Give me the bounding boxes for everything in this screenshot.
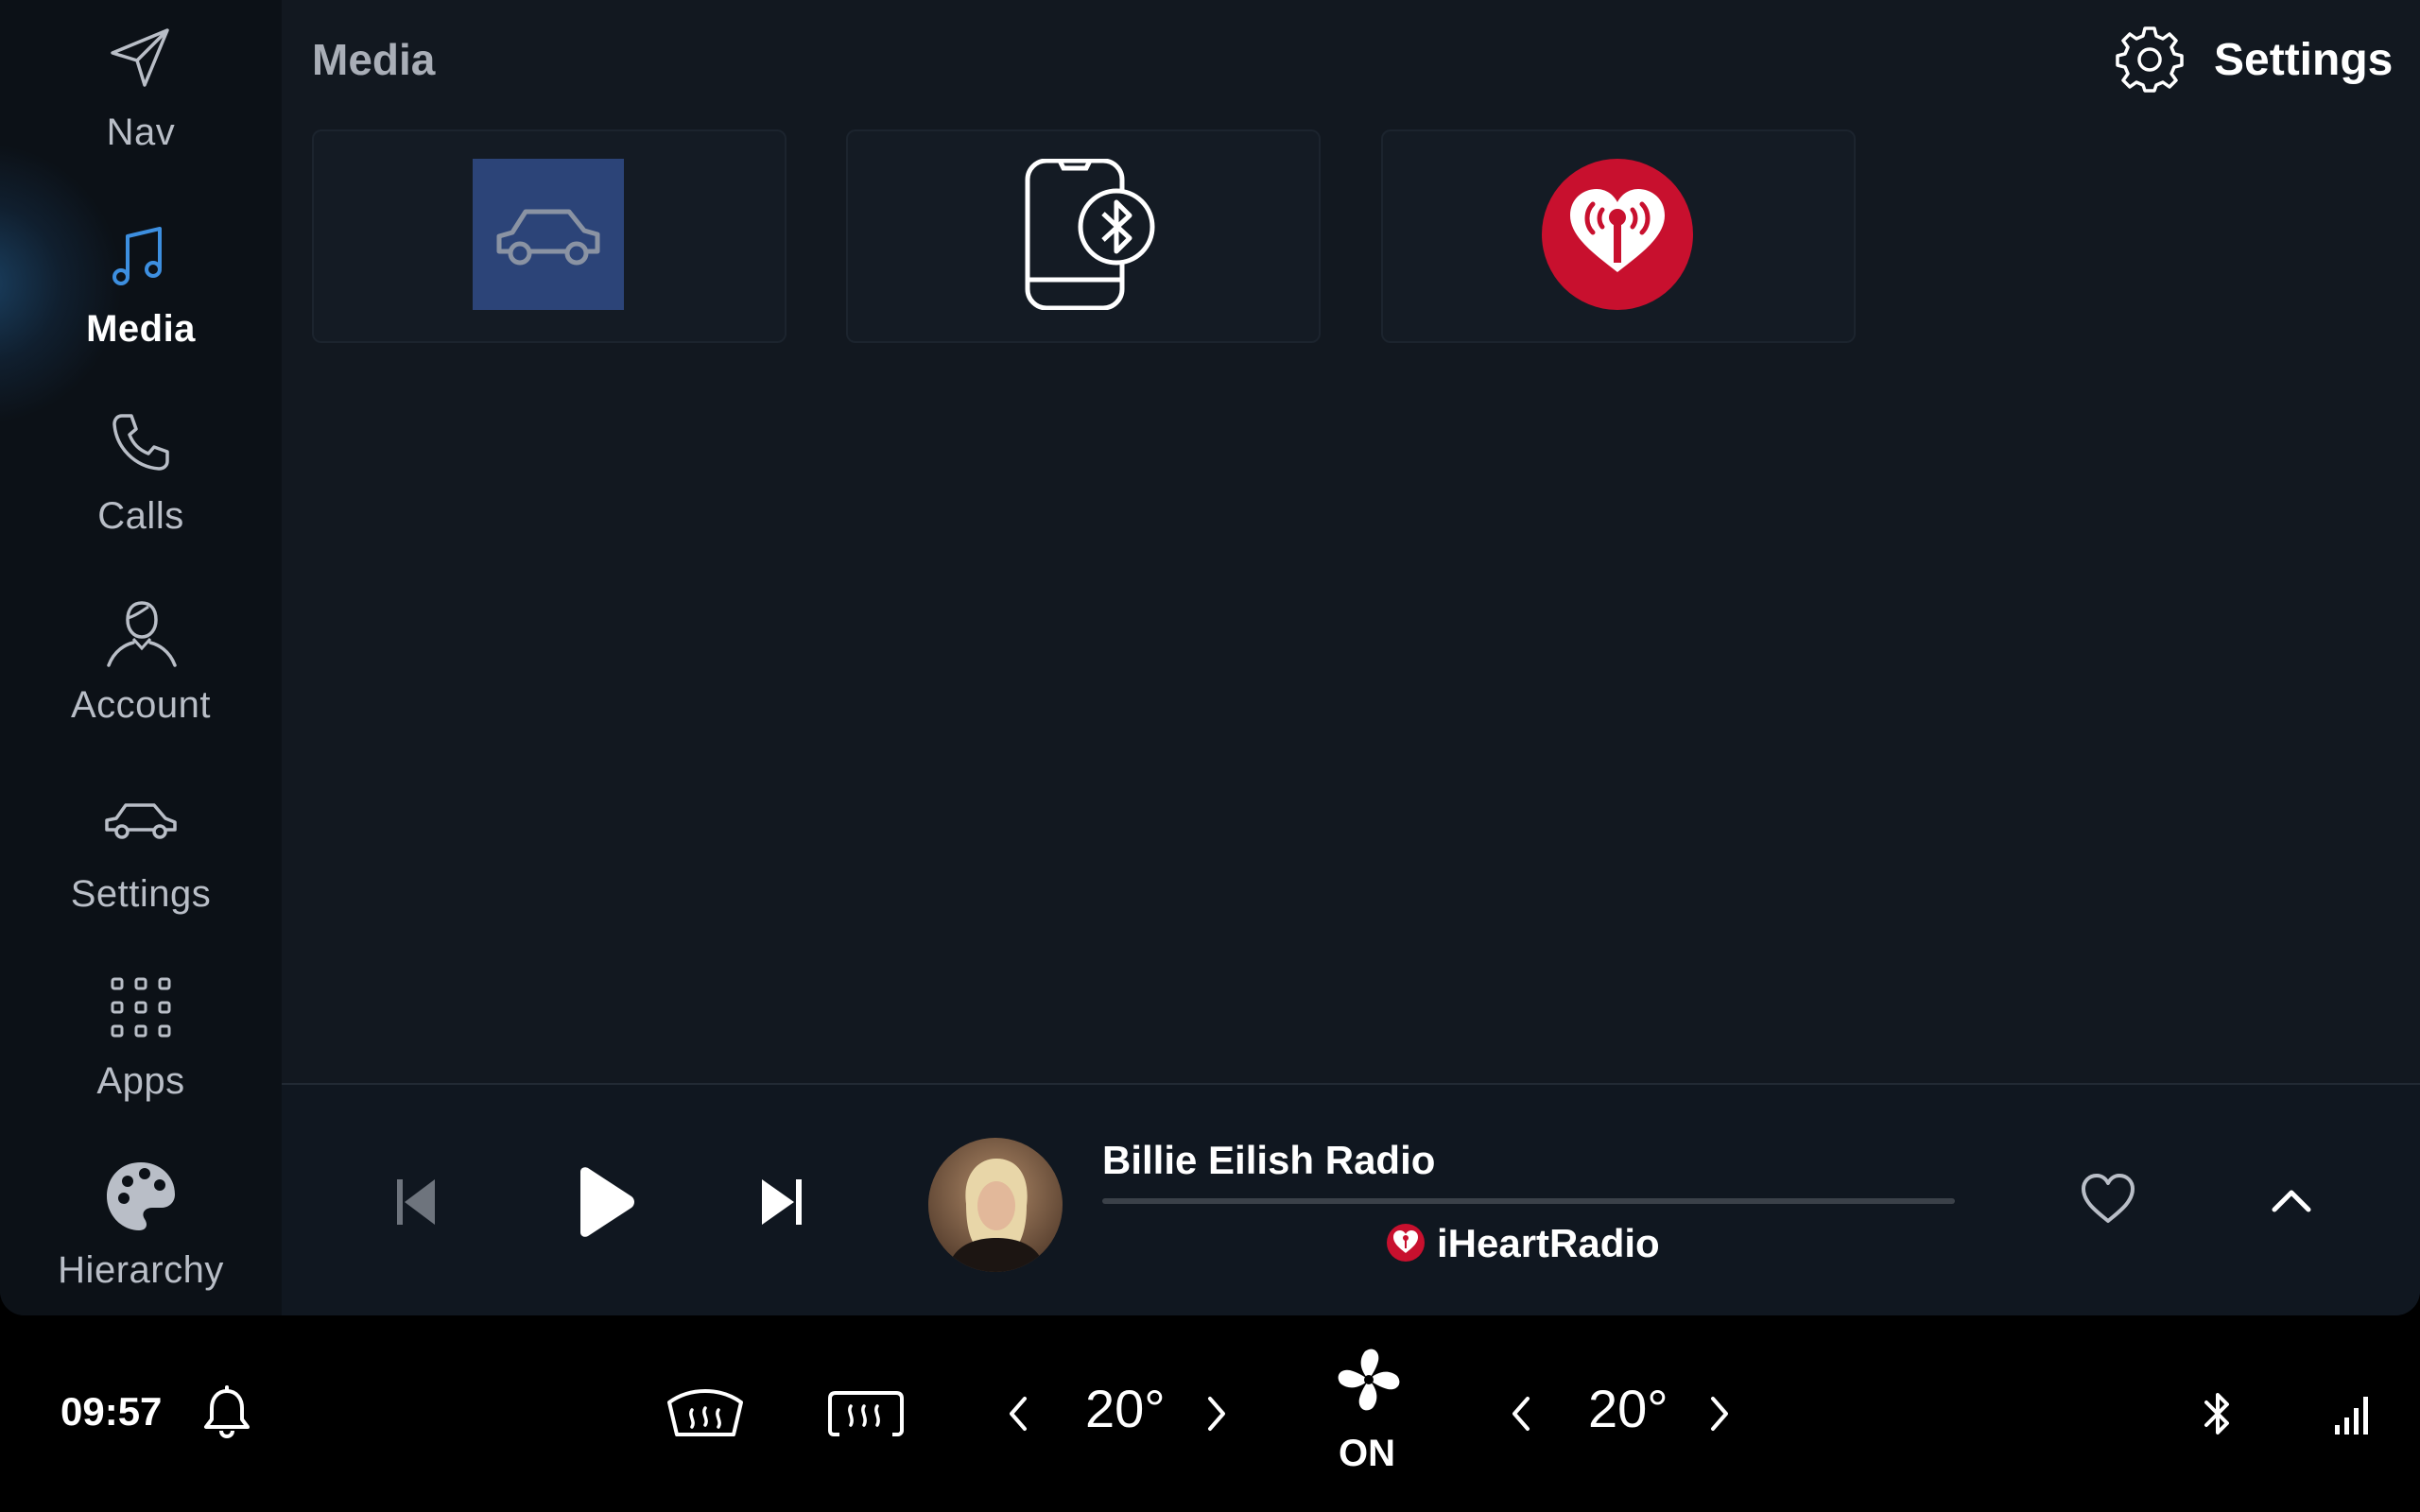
main-screen: Nav Media Calls Account Settings Apps Hi…: [0, 0, 2420, 1315]
play-button[interactable]: [565, 1164, 641, 1240]
bell-icon: [204, 1385, 250, 1439]
source-card-iheartradio[interactable]: [1381, 129, 1856, 343]
iheartradio-icon: [1542, 159, 1693, 310]
signal-bars-icon: [2335, 1397, 2368, 1435]
app-grid-icon: [111, 977, 171, 1038]
right-temp-up-button[interactable]: [1698, 1391, 1739, 1436]
left-temp-down-button[interactable]: [998, 1391, 1040, 1436]
rail-label-calls: Calls: [97, 495, 184, 537]
chevron-right-icon: [1711, 1397, 1728, 1431]
navigation-arrow-icon: [111, 28, 169, 87]
fan-button[interactable]: [1333, 1344, 1405, 1416]
rear-defrost-button[interactable]: [824, 1378, 908, 1444]
rail-item-hierarchy[interactable]: Hierarchy: [0, 1138, 282, 1308]
source-card-bluetooth[interactable]: [846, 129, 1321, 343]
chevron-left-icon: [1512, 1397, 1530, 1431]
music-note-icon: [112, 227, 162, 285]
left-temperature: 20°: [1085, 1379, 1166, 1438]
artist-portrait-image: [928, 1138, 1063, 1272]
expand-button[interactable]: [2261, 1170, 2322, 1230]
page-title: Media: [312, 35, 436, 84]
palette-icon: [107, 1162, 175, 1230]
clock: 09:57: [60, 1389, 163, 1434]
bluetooth-icon: [2204, 1393, 2229, 1435]
rail-item-apps[interactable]: Apps: [0, 949, 282, 1119]
notifications-button[interactable]: [199, 1383, 255, 1440]
cellular-signal: [2329, 1387, 2375, 1440]
bluetooth-phone-icon: [1025, 159, 1155, 310]
navigation-rail: Nav Media Calls Account Settings Apps Hi…: [0, 0, 282, 1315]
iheartradio-small-icon: [1387, 1224, 1425, 1262]
windshield-defrost-icon: [667, 1389, 743, 1436]
phone-icon: [112, 414, 169, 471]
rear-window-defrost-icon: [828, 1391, 904, 1436]
source-name: iHeartRadio: [1437, 1221, 1660, 1265]
system-bar: 09:57 20° ON 20°: [0, 1315, 2420, 1512]
fan-status: ON: [1339, 1433, 1395, 1474]
car-radio-tile: [473, 159, 624, 310]
rail-label-settings: Settings: [70, 873, 212, 915]
chevron-up-icon: [2272, 1190, 2311, 1212]
rail-item-settings[interactable]: Settings: [0, 762, 282, 932]
source-card-car[interactable]: [312, 129, 786, 343]
rail-label-media: Media: [86, 308, 196, 350]
car-radio-icon: [496, 209, 600, 266]
favorite-button[interactable]: [2078, 1170, 2138, 1230]
gear-icon: [2116, 26, 2184, 93]
progress-bar[interactable]: [1102, 1198, 1955, 1204]
rail-label-apps: Apps: [96, 1060, 185, 1102]
rail-label-account: Account: [70, 684, 212, 726]
next-button[interactable]: [754, 1172, 815, 1232]
rail-item-calls[interactable]: Calls: [0, 384, 282, 554]
skip-next-icon: [762, 1179, 802, 1225]
settings-label: Settings: [2214, 35, 2394, 85]
rail-item-nav[interactable]: Nav: [0, 0, 282, 170]
now-playing-bar: Billie Eilish Radio iHeartRadio: [282, 1083, 2420, 1315]
right-temp-down-button[interactable]: [1501, 1391, 1543, 1436]
chevron-right-icon: [1208, 1397, 1225, 1431]
heart-icon: [2082, 1174, 2135, 1223]
front-defrost-button[interactable]: [664, 1378, 747, 1444]
rail-item-account[interactable]: Account: [0, 573, 282, 743]
rail-label-nav: Nav: [106, 112, 176, 153]
left-temp-up-button[interactable]: [1195, 1391, 1236, 1436]
right-temperature: 20°: [1588, 1379, 1668, 1438]
rail-label-hierarchy: Hierarchy: [58, 1249, 224, 1291]
source-indicator: iHeartRadio: [1386, 1215, 1707, 1272]
chevron-left-icon: [1010, 1397, 1027, 1431]
album-art: [928, 1138, 1063, 1272]
play-icon: [580, 1167, 634, 1237]
user-icon: [107, 601, 177, 667]
track-title: Billie Eilish Radio: [1102, 1138, 1436, 1182]
rail-item-media[interactable]: Media: [0, 197, 282, 367]
bluetooth-status[interactable]: [2195, 1387, 2240, 1440]
skip-previous-icon: [397, 1179, 435, 1225]
car-icon: [105, 803, 177, 839]
fan-icon: [1338, 1349, 1400, 1411]
settings-button[interactable]: Settings: [2116, 26, 2399, 98]
previous-button[interactable]: [386, 1172, 446, 1232]
